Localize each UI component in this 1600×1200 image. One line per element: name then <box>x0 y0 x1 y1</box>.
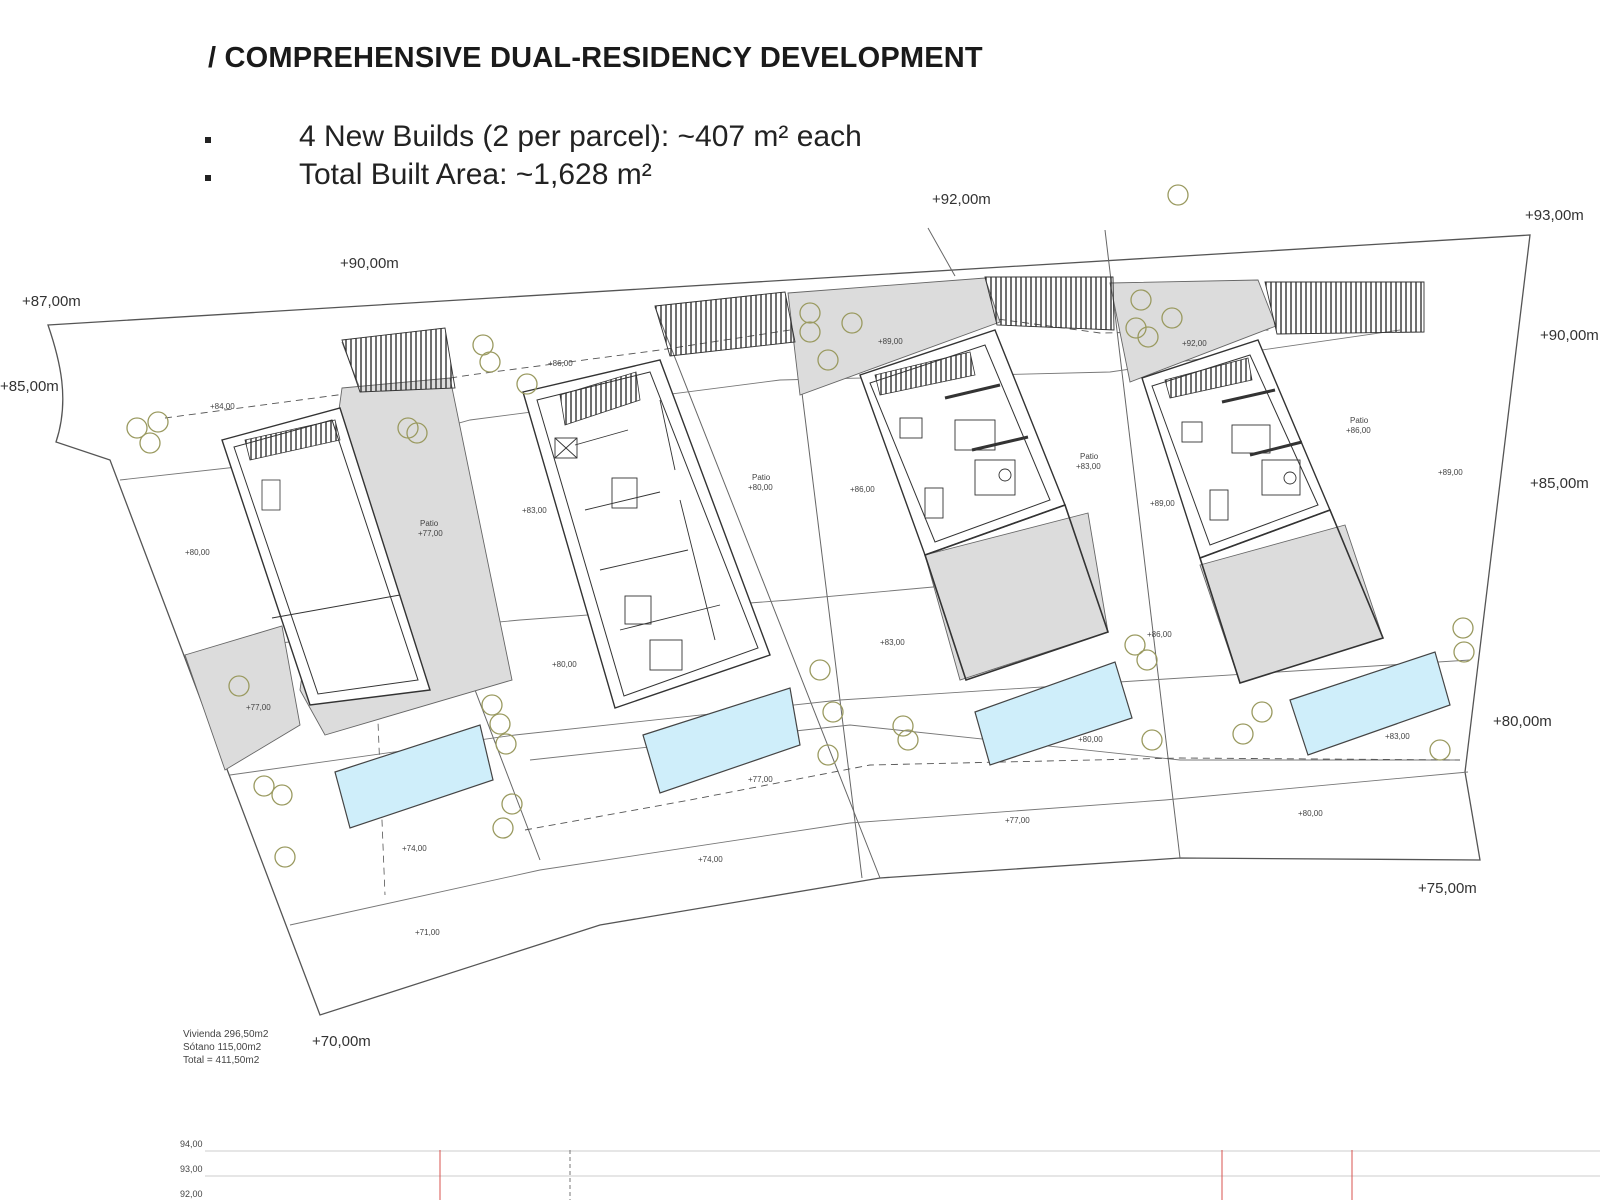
spot-level: +86,00 <box>1147 630 1172 639</box>
contour-label: +92,00m <box>932 191 991 208</box>
contour-label: +85,00m <box>0 378 59 395</box>
spot-level: +83,00 <box>1385 732 1410 741</box>
spot-level: +89,00 <box>878 337 903 346</box>
patio-label: Patio <box>752 473 771 482</box>
spot-level: +80,00 <box>1298 809 1323 818</box>
spot-level: +77,00 <box>1005 816 1030 825</box>
spot-level: +80,00 <box>1078 735 1103 744</box>
section-strip: 94,00 93,00 92,00 <box>180 1139 1600 1200</box>
contour-label: +93,00m <box>1525 207 1584 224</box>
patio-label: Patio <box>1080 452 1099 461</box>
contour-label: +85,00m <box>1530 475 1589 492</box>
contour-label: +90,00m <box>340 255 399 272</box>
spot-level: +86,00 <box>850 485 875 494</box>
section-level: 93,00 <box>180 1164 203 1174</box>
spot-level: +80,00 <box>185 548 210 557</box>
site-plan: +92,00m +93,00m +90,00m +87,00m +85,00m … <box>0 184 1600 1200</box>
spot-level: +74,00 <box>698 855 723 864</box>
house-2 <box>522 359 771 709</box>
contour-label: +75,00m <box>1418 880 1477 897</box>
spot-level: +71,00 <box>415 928 440 937</box>
spot-level: +74,00 <box>402 844 427 853</box>
contour-label: +87,00m <box>22 293 81 310</box>
spot-level: +89,00 <box>1150 499 1175 508</box>
spot-level: +83,00 <box>522 506 547 515</box>
house-3 <box>859 329 1066 556</box>
contour-label: +90,00m <box>1540 327 1599 344</box>
area-stat-sotano: Sótano 115,00m2 <box>183 1042 262 1053</box>
section-level: 92,00 <box>180 1189 203 1199</box>
area-stats: Vivienda 296,50m2 Sótano 115,00m2 Total … <box>183 1028 268 1067</box>
spot-level: +77,00 <box>246 703 271 712</box>
spot-level: +89,00 <box>1438 468 1463 477</box>
spot-level: +86,00 <box>548 359 573 368</box>
spot-level: +80,00 <box>552 660 577 669</box>
patio-label: Patio <box>1350 416 1369 425</box>
house-4 <box>1141 339 1331 559</box>
patio-level: +83,00 <box>1076 462 1101 471</box>
spot-level: +84,00 <box>210 402 235 411</box>
section-level: 94,00 <box>180 1139 203 1149</box>
patio-level: +80,00 <box>748 483 773 492</box>
spot-level: +92,00 <box>1182 339 1207 348</box>
patio-level: +86,00 <box>1346 426 1371 435</box>
patio-label: Patio <box>420 519 439 528</box>
spot-level: +83,00 <box>880 638 905 647</box>
contour-label: +80,00m <box>1493 713 1552 730</box>
patio-level: +77,00 <box>418 529 443 538</box>
contour-label: +70,00m <box>312 1033 371 1050</box>
area-stat-total: Total = 411,50m2 <box>183 1055 260 1066</box>
spot-level: +77,00 <box>748 775 773 784</box>
area-stat-vivienda: Vivienda 296,50m2 <box>183 1029 269 1040</box>
